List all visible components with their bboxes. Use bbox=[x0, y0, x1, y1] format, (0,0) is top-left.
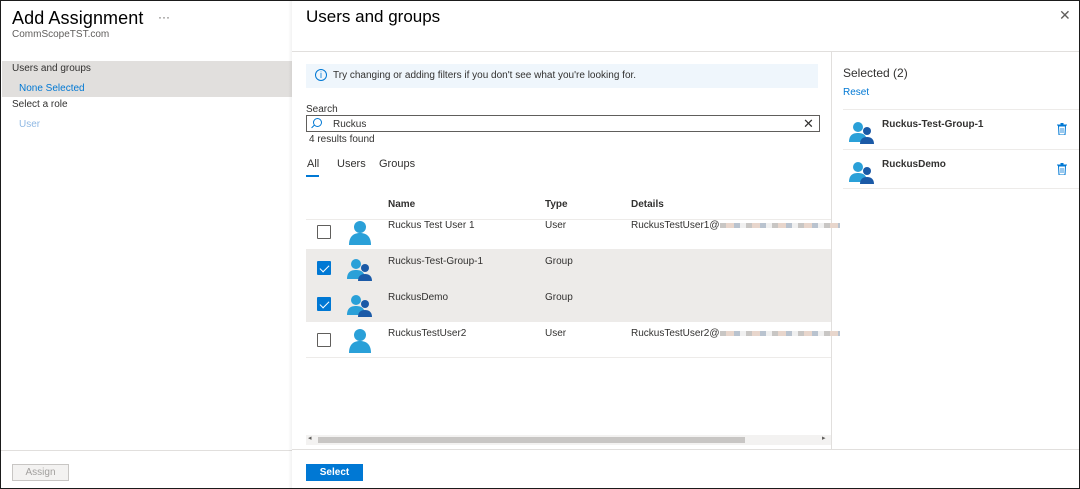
users-groups-label: Users and groups bbox=[12, 63, 91, 74]
group-icon bbox=[849, 122, 874, 144]
role-label: Select a role bbox=[12, 99, 68, 110]
more-options-button[interactable]: ··· bbox=[158, 10, 170, 24]
row-type: Group bbox=[545, 292, 573, 303]
trash-icon[interactable] bbox=[1057, 163, 1067, 175]
search-label: Search bbox=[306, 104, 338, 115]
row-checkbox[interactable] bbox=[317, 261, 331, 275]
app-frame: Add Assignment ··· CommScopeTST.com User… bbox=[0, 0, 1080, 489]
table-row[interactable]: RuckusTestUser2 User RuckusTestUser2@ bbox=[306, 322, 840, 358]
row-details-text: RuckusTestUser2@ bbox=[631, 328, 720, 339]
search-box[interactable]: ✕ bbox=[306, 115, 820, 132]
clear-search-icon[interactable]: ✕ bbox=[803, 116, 814, 131]
row-details: RuckusTestUser1@ bbox=[631, 220, 840, 231]
selected-item: RuckusDemo bbox=[843, 149, 1079, 189]
tenant-name: CommScopeTST.com bbox=[12, 29, 110, 40]
row-checkbox[interactable] bbox=[317, 225, 331, 239]
row-name: Ruckus Test User 1 bbox=[388, 220, 475, 231]
reset-link[interactable]: Reset bbox=[843, 87, 869, 98]
add-assignment-blade: Add Assignment ··· CommScopeTST.com User… bbox=[1, 1, 292, 488]
active-tab-indicator bbox=[306, 175, 319, 177]
row-name: RuckusDemo bbox=[388, 292, 449, 303]
row-type: User bbox=[545, 328, 567, 339]
row-type: User bbox=[545, 220, 567, 231]
info-icon: i bbox=[315, 69, 327, 81]
table-row[interactable]: Ruckus Test User 1 User RuckusTestUser1@ bbox=[306, 214, 840, 250]
column-header-details[interactable]: Details bbox=[631, 199, 664, 210]
horizontal-scrollbar[interactable]: ◂ ▸ bbox=[306, 435, 831, 445]
footer-divider bbox=[292, 449, 1079, 450]
selected-title: Selected (2) bbox=[843, 66, 908, 80]
blade-title: Users and groups bbox=[306, 7, 441, 26]
row-checkbox[interactable] bbox=[317, 297, 331, 311]
row-name: Ruckus-Test-Group-1 bbox=[388, 256, 484, 267]
selected-item-name: RuckusDemo bbox=[882, 159, 946, 170]
results-count: 4 results found bbox=[309, 134, 375, 145]
scrollbar-thumb[interactable] bbox=[318, 437, 745, 443]
selected-item-name: Ruckus-Test-Group-1 bbox=[882, 119, 984, 130]
row-type: Group bbox=[545, 256, 573, 267]
group-icon bbox=[347, 295, 372, 317]
row-checkbox[interactable] bbox=[317, 333, 331, 347]
assign-button[interactable]: Assign bbox=[12, 464, 69, 481]
scroll-left-icon[interactable]: ◂ bbox=[308, 434, 312, 442]
info-banner: i Try changing or adding filters if you … bbox=[306, 64, 818, 88]
selected-item: Ruckus-Test-Group-1 bbox=[843, 109, 1079, 149]
footer-divider bbox=[1, 450, 292, 451]
page-title: Add Assignment bbox=[12, 8, 144, 28]
tab-groups[interactable]: Groups bbox=[379, 158, 415, 170]
tab-users[interactable]: Users bbox=[337, 158, 366, 170]
group-icon bbox=[849, 162, 874, 184]
user-icon bbox=[349, 221, 371, 245]
column-header-name[interactable]: Name bbox=[388, 199, 415, 210]
row-details: RuckusTestUser2@ bbox=[631, 328, 840, 339]
users-groups-blade: Users and groups ✕ i Try changing or add… bbox=[292, 1, 1079, 488]
info-text: Try changing or adding filters if you do… bbox=[333, 70, 637, 81]
search-input[interactable] bbox=[333, 117, 793, 131]
role-link[interactable]: User bbox=[19, 119, 40, 130]
redacted-text bbox=[719, 330, 840, 336]
tab-all[interactable]: All bbox=[307, 158, 319, 170]
row-details-text: RuckusTestUser1@ bbox=[631, 220, 720, 231]
column-header-type[interactable]: Type bbox=[545, 199, 568, 210]
search-icon bbox=[313, 118, 322, 127]
scroll-right-icon[interactable]: ▸ bbox=[822, 434, 826, 442]
panel-divider bbox=[831, 51, 832, 449]
table-row[interactable]: RuckusDemo Group bbox=[306, 286, 831, 322]
user-icon bbox=[349, 329, 371, 353]
redacted-text bbox=[719, 222, 840, 228]
row-name: RuckusTestUser2 bbox=[388, 328, 467, 339]
close-icon[interactable]: ✕ bbox=[1059, 7, 1071, 24]
users-groups-link[interactable]: None Selected bbox=[19, 83, 85, 94]
trash-icon[interactable] bbox=[1057, 123, 1067, 135]
group-icon bbox=[347, 259, 372, 281]
table-row[interactable]: Ruckus-Test-Group-1 Group bbox=[306, 250, 831, 286]
select-button[interactable]: Select bbox=[306, 464, 363, 481]
header-divider bbox=[292, 51, 1079, 52]
